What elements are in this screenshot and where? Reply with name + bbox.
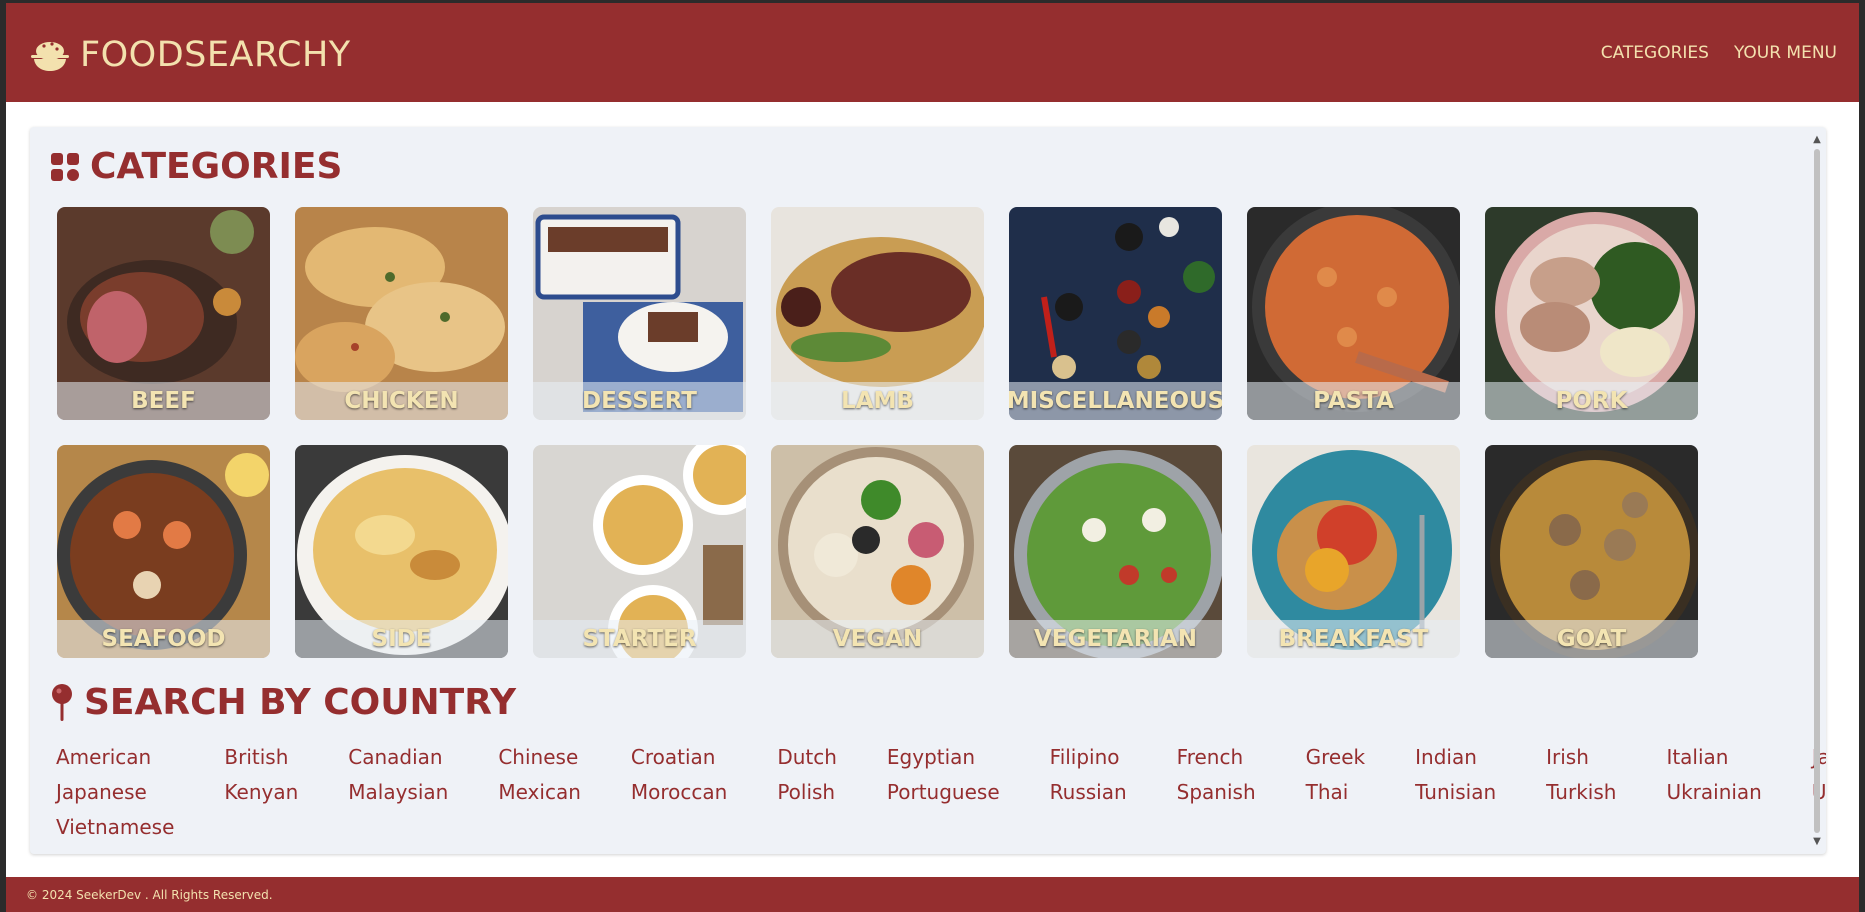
country-link[interactable]: Kenyan — [224, 779, 298, 806]
category-card-lamb[interactable]: LAMB — [771, 207, 984, 420]
country-link[interactable]: British — [224, 744, 298, 771]
category-label: BEEF — [57, 382, 270, 420]
top-navbar: FOODSEARCHY CATEGORIES YOUR MENU — [6, 3, 1859, 102]
country-link[interactable]: Moroccan — [631, 779, 727, 806]
category-label: CHICKEN — [295, 382, 508, 420]
country-link[interactable]: Chinese — [498, 744, 581, 771]
brand-logo[interactable]: FOODSEARCHY — [30, 33, 351, 77]
category-label: LAMB — [771, 382, 984, 420]
category-label: GOAT — [1485, 620, 1698, 658]
category-label: VEGETARIAN — [1009, 620, 1222, 658]
category-label: VEGAN — [771, 620, 984, 658]
country-link[interactable]: Malaysian — [348, 779, 448, 806]
country-link[interactable]: Canadian — [348, 744, 448, 771]
country-link[interactable]: Thai — [1306, 779, 1365, 806]
country-link[interactable]: Portuguese — [887, 779, 1000, 806]
category-label: SIDE — [295, 620, 508, 658]
country-link[interactable]: Turkish — [1546, 779, 1616, 806]
scroll-thumb[interactable] — [1814, 149, 1820, 833]
country-link[interactable]: Filipino — [1050, 744, 1127, 771]
search-by-country-title: SEARCH BY COUNTRY — [84, 682, 517, 723]
category-card-chicken[interactable]: CHICKEN — [295, 207, 508, 420]
country-list: American British Canadian Chinese Croati… — [56, 744, 1826, 841]
main-nav: CATEGORIES YOUR MENU — [1601, 43, 1837, 63]
nav-your-menu-link[interactable]: YOUR MENU — [1734, 43, 1837, 63]
category-card-pasta[interactable]: PASTA — [1247, 207, 1460, 420]
country-link[interactable]: Greek — [1306, 744, 1365, 771]
country-link[interactable]: Croatian — [631, 744, 727, 771]
country-link[interactable]: Japanese — [56, 779, 174, 806]
country-link[interactable]: Tunisian — [1415, 779, 1496, 806]
category-label: DESSERT — [533, 382, 746, 420]
category-card-miscellaneous[interactable]: MISCELLANEOUS — [1009, 207, 1222, 420]
main-content: CATEGORIES BEEF CHICKEN DESSERT LAMB MIS… — [30, 127, 1826, 854]
country-link[interactable]: Indian — [1415, 744, 1496, 771]
category-card-seafood[interactable]: SEAFOOD — [57, 445, 270, 658]
category-card-vegetarian[interactable]: VEGETARIAN — [1009, 445, 1222, 658]
category-card-side[interactable]: SIDE — [295, 445, 508, 658]
category-card-dessert[interactable]: DESSERT — [533, 207, 746, 420]
country-link[interactable]: Spanish — [1177, 779, 1256, 806]
country-link[interactable]: French — [1177, 744, 1256, 771]
country-link[interactable]: Italian — [1666, 744, 1761, 771]
category-label: SEAFOOD — [57, 620, 270, 658]
category-card-vegan[interactable]: VEGAN — [771, 445, 984, 658]
content-scrollbar[interactable]: ▲ ▼ — [1812, 135, 1822, 847]
map-pin-icon — [52, 683, 72, 721]
category-card-pork[interactable]: PORK — [1485, 207, 1698, 420]
country-link[interactable]: Irish — [1546, 744, 1616, 771]
scroll-down-arrow-icon[interactable]: ▼ — [1812, 837, 1822, 847]
category-card-beef[interactable]: BEEF — [57, 207, 270, 420]
country-link[interactable]: Egyptian — [887, 744, 1000, 771]
category-label: PORK — [1485, 382, 1698, 420]
search-by-country-heading: SEARCH BY COUNTRY — [50, 682, 516, 723]
brand-name: FOODSEARCHY — [80, 35, 351, 75]
categories-heading: CATEGORIES — [50, 146, 342, 187]
country-link[interactable]: Ukrainian — [1666, 779, 1761, 806]
category-label: PASTA — [1247, 382, 1460, 420]
nav-categories-link[interactable]: CATEGORIES — [1601, 43, 1709, 63]
category-label: MISCELLANEOUS — [1009, 382, 1222, 420]
country-link[interactable]: Polish — [777, 779, 837, 806]
copyright-text: © 2024 SeekerDev . All Rights Reserved. — [26, 888, 273, 902]
country-link[interactable]: Russian — [1050, 779, 1127, 806]
scroll-up-arrow-icon[interactable]: ▲ — [1812, 135, 1822, 145]
category-label: BREAKFAST — [1247, 620, 1460, 658]
grid-icon — [51, 152, 79, 181]
categories-title: CATEGORIES — [90, 146, 343, 187]
country-link[interactable]: Dutch — [777, 744, 837, 771]
page: FOODSEARCHY CATEGORIES YOUR MENU CATEGOR… — [6, 3, 1859, 912]
rice-bowl-icon — [31, 42, 69, 71]
category-card-goat[interactable]: GOAT — [1485, 445, 1698, 658]
country-link[interactable]: Vietnamese — [56, 814, 174, 841]
footer: © 2024 SeekerDev . All Rights Reserved. — [6, 877, 1859, 912]
category-label: STARTER — [533, 620, 746, 658]
category-card-starter[interactable]: STARTER — [533, 445, 746, 658]
country-link[interactable]: American — [56, 744, 174, 771]
category-card-breakfast[interactable]: BREAKFAST — [1247, 445, 1460, 658]
country-link[interactable]: Mexican — [498, 779, 581, 806]
